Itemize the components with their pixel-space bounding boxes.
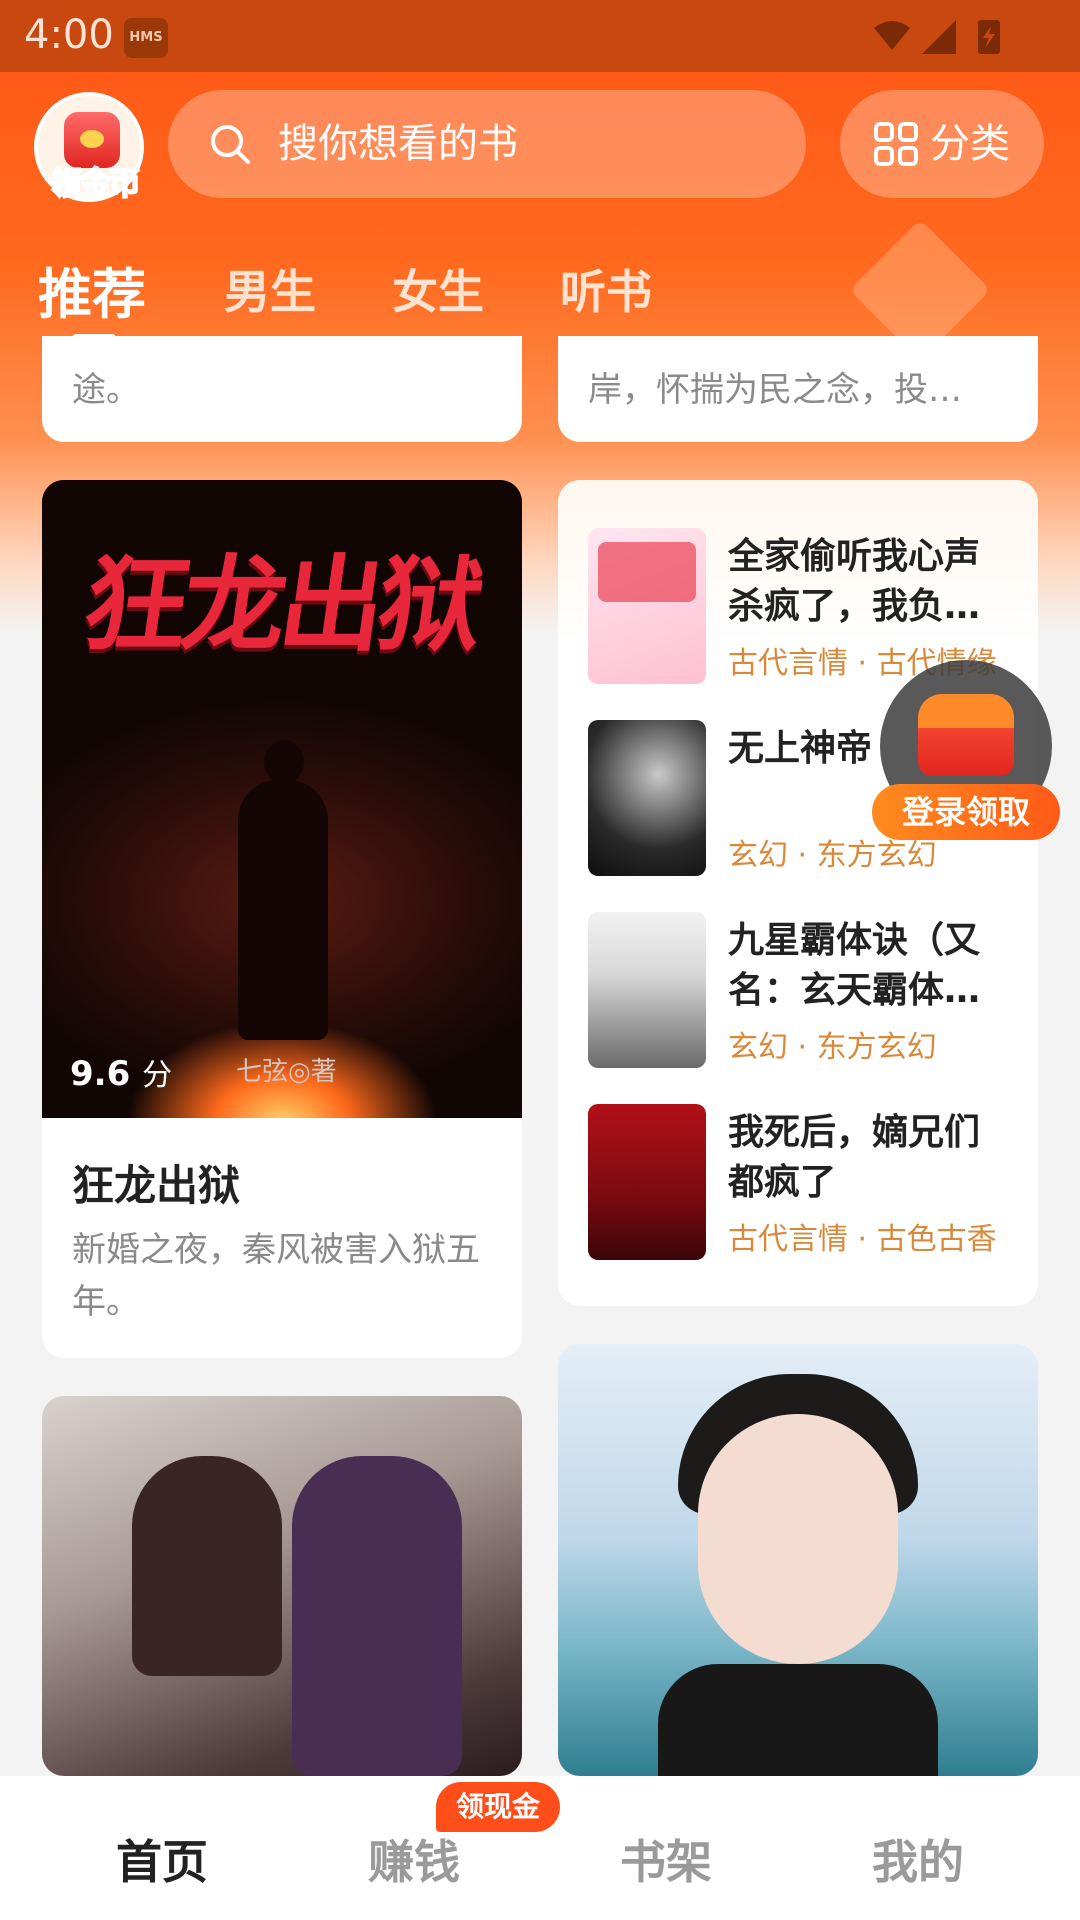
tab-audiobook[interactable]: 听书 bbox=[560, 256, 652, 322]
search-placeholder: 搜你想看的书 bbox=[278, 121, 518, 167]
cover-title-art: 狂龙出狱 bbox=[76, 543, 486, 666]
book-thumbnail bbox=[588, 720, 706, 876]
category-label: 分类 bbox=[930, 121, 1010, 167]
login-reward-label: 登录领取 bbox=[872, 784, 1060, 840]
list-item[interactable]: 我死后，嫡兄们都疯了 古代言情 · 古色古香 bbox=[588, 1104, 1018, 1264]
search-icon bbox=[211, 125, 250, 164]
book-card-cover-left[interactable] bbox=[42, 1396, 522, 1776]
cover-figure bbox=[292, 1456, 462, 1776]
book-tag: 玄幻 · 东方玄幻 bbox=[728, 1030, 937, 1065]
book-title: 全家偷听我心声杀疯了，我负… bbox=[728, 536, 981, 627]
grid-icon bbox=[874, 122, 918, 166]
nav-earn[interactable]: 赚钱 bbox=[314, 1826, 514, 1892]
system-status-icons bbox=[874, 20, 1000, 54]
cash-reward-badge: 领现金 bbox=[436, 1782, 560, 1832]
book-title: 狂龙出狱 bbox=[72, 1161, 241, 1210]
book-thumbnail bbox=[588, 912, 706, 1068]
nav-profile[interactable]: 我的 bbox=[818, 1826, 1018, 1892]
featured-book-card[interactable]: 狂龙出狱 9.6 分 七弦◎著 狂龙出狱 新婚之夜，秦风被害入狱五年。 bbox=[42, 480, 522, 1358]
book-tag: 古代言情 · 古色古香 bbox=[728, 1222, 997, 1257]
book-thumbnail bbox=[588, 528, 706, 684]
coin-badge-label: 领金币 bbox=[48, 163, 142, 203]
login-reward-float-button[interactable]: 登录领取 bbox=[872, 660, 1060, 840]
book-thumbnail bbox=[588, 1104, 706, 1260]
book-desc-snippet: 岸，怀揣为民之念，投… bbox=[588, 370, 962, 410]
book-card-partial-left[interactable]: 途。 bbox=[42, 336, 522, 442]
cover-figure bbox=[658, 1664, 938, 1776]
book-description: 新婚之夜，秦风被害入狱五年。 bbox=[72, 1230, 480, 1322]
book-card-cover-right[interactable] bbox=[558, 1344, 1038, 1776]
nav-home[interactable]: 首页 bbox=[62, 1826, 262, 1892]
tab-recommend[interactable]: 推荐 bbox=[38, 250, 146, 329]
book-desc-snippet: 途。 bbox=[72, 370, 140, 410]
book-title: 九星霸体诀（又名：玄天霸体… bbox=[728, 920, 981, 1011]
tab-female[interactable]: 女生 bbox=[392, 256, 484, 322]
book-score: 9.6 分 bbox=[70, 1054, 173, 1094]
book-list-card: 全家偷听我心声杀疯了，我负… 古代言情 · 古代情缘 无上神帝 玄幻 · 东方玄… bbox=[558, 480, 1038, 1306]
cover-figure bbox=[698, 1414, 898, 1664]
category-button[interactable]: 分类 bbox=[840, 90, 1044, 198]
book-cover: 狂龙出狱 9.6 分 七弦◎著 bbox=[42, 480, 522, 1118]
hms-icon: HMS bbox=[124, 18, 168, 58]
book-title: 我死后，嫡兄们都疯了 bbox=[728, 1112, 981, 1203]
nav-bookshelf[interactable]: 书架 bbox=[566, 1826, 766, 1892]
list-item[interactable]: 九星霸体诀（又名：玄天霸体… 玄幻 · 东方玄幻 bbox=[588, 912, 1018, 1072]
cover-figure bbox=[238, 740, 328, 1040]
cover-author: 七弦◎著 bbox=[236, 1057, 337, 1087]
coin-reward-button[interactable]: 领金币 bbox=[34, 92, 144, 203]
red-envelope-icon bbox=[918, 694, 1014, 776]
book-card-partial-right[interactable]: 岸，怀揣为民之念，投… bbox=[558, 336, 1038, 442]
signal-icon bbox=[922, 20, 956, 54]
cover-figure bbox=[132, 1456, 282, 1676]
status-time: 4:00 bbox=[24, 12, 114, 58]
wifi-icon bbox=[874, 21, 910, 50]
search-bar[interactable]: 搜你想看的书 bbox=[168, 90, 806, 198]
tab-male[interactable]: 男生 bbox=[224, 256, 316, 322]
status-bar: 4:00 HMS bbox=[0, 0, 1080, 72]
